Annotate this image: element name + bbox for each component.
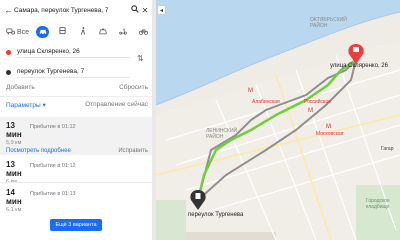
park-area — [356, 185, 400, 240]
divider — [0, 182, 152, 183]
destination-label: улица Скляренко, 26 — [330, 63, 388, 69]
metro-icon-3: M — [326, 124, 331, 130]
scooter-icon — [119, 28, 128, 37]
origin-label: переулок Тургенева — [188, 212, 244, 218]
mode-scooter[interactable] — [117, 26, 130, 38]
route-details-link[interactable]: Посмотреть подробнее — [6, 148, 71, 154]
route-arrival: Прибытие в 01:13 — [30, 191, 76, 197]
departure-time[interactable]: Отправление сейчас — [85, 101, 148, 109]
to-dot-icon — [6, 70, 11, 75]
mode-car[interactable] — [36, 26, 50, 38]
mode-bike[interactable] — [137, 26, 150, 38]
reset-link[interactable]: Сбросить — [119, 84, 148, 91]
from-dot-icon — [6, 50, 11, 55]
from-field[interactable]: улица Скляренко, 26 — [17, 48, 130, 58]
metro-label: Российская — [304, 99, 331, 105]
route-point-to[interactable]: переулок Тургенева, 7 — [6, 66, 130, 79]
route-arrival: Прибытие в 01:12 — [30, 163, 76, 169]
route-options: Параметры ▾ Отправление сейчас — [6, 101, 148, 109]
route-distance: 6,1 км — [6, 207, 22, 213]
district-label: ОКТЯБРЬСКИЙ РАЙОН — [310, 17, 347, 29]
search-icon[interactable] — [130, 5, 140, 15]
metro-icon-2: M — [308, 108, 313, 114]
swap-icon[interactable]: ⇅ — [137, 54, 144, 63]
route-point-from[interactable]: улица Скляренко, 26 — [6, 46, 130, 59]
route-duration: 13 мин — [6, 160, 22, 178]
taxi-icon — [99, 28, 107, 37]
route-point-actions: Добавить Сбросить — [6, 84, 148, 91]
search-input[interactable]: Самара, переулок Тургенева, 7 — [14, 7, 130, 14]
map-canvas: M M M — [156, 0, 400, 240]
collapse-panel-button[interactable]: ◂ — [157, 5, 166, 15]
route-panel: ← Самара, переулок Тургенева, 7 ✕ Все ул… — [0, 0, 152, 240]
bus-icon — [59, 27, 67, 37]
cemetery-label: Городское кладбище — [366, 198, 390, 210]
add-point-link[interactable]: Добавить — [6, 84, 35, 91]
route-duration: 14 мин — [6, 188, 22, 206]
place-label: Гагар — [381, 146, 394, 152]
more-routes-button[interactable]: Ещё 3 варианта — [50, 219, 102, 231]
map[interactable]: M M M ОКТЯБРЬСКИЙ РАЙОН ЛЕНИНСКИЙ РАЙОН … — [156, 0, 400, 240]
search-bar[interactable]: ← Самара, переулок Тургенева, 7 ✕ — [4, 3, 150, 17]
metro-label: Московская — [316, 131, 344, 137]
metro-icon-1: M — [248, 88, 253, 94]
close-icon[interactable]: ✕ — [140, 6, 150, 15]
mode-walk[interactable] — [77, 26, 90, 38]
mode-taxi[interactable] — [97, 26, 110, 38]
route-distance: 5,9 км — [6, 140, 22, 146]
back-arrow-icon[interactable]: ← — [4, 5, 14, 15]
divider — [0, 96, 152, 97]
route-fix-link[interactable]: Исправить — [118, 148, 148, 154]
mode-all-label: Все — [17, 28, 30, 36]
parameters-dropdown[interactable]: Параметры ▾ — [6, 101, 46, 109]
car-icon — [39, 28, 47, 37]
walk-icon — [80, 27, 86, 37]
mode-transit[interactable] — [57, 26, 70, 38]
mode-all[interactable]: Все — [6, 26, 29, 38]
to-field[interactable]: переулок Тургенева, 7 — [17, 68, 130, 78]
bicycle-icon — [139, 28, 149, 37]
route-arrival: Прибытие в 01:12 — [30, 124, 76, 130]
route-option-3[interactable]: 14 мин Прибытие в 01:13 6,1 км — [6, 188, 148, 213]
route-duration: 13 мин — [6, 121, 22, 139]
metro-label: Алабинская — [252, 99, 280, 105]
route-option-1[interactable]: 13 мин Прибытие в 01:12 5,9 км Посмотрет… — [6, 121, 148, 154]
all-modes-icon — [6, 28, 15, 37]
transport-modes: Все — [6, 26, 150, 38]
district-label: ЛЕНИНСКИЙ РАЙОН — [206, 128, 238, 140]
